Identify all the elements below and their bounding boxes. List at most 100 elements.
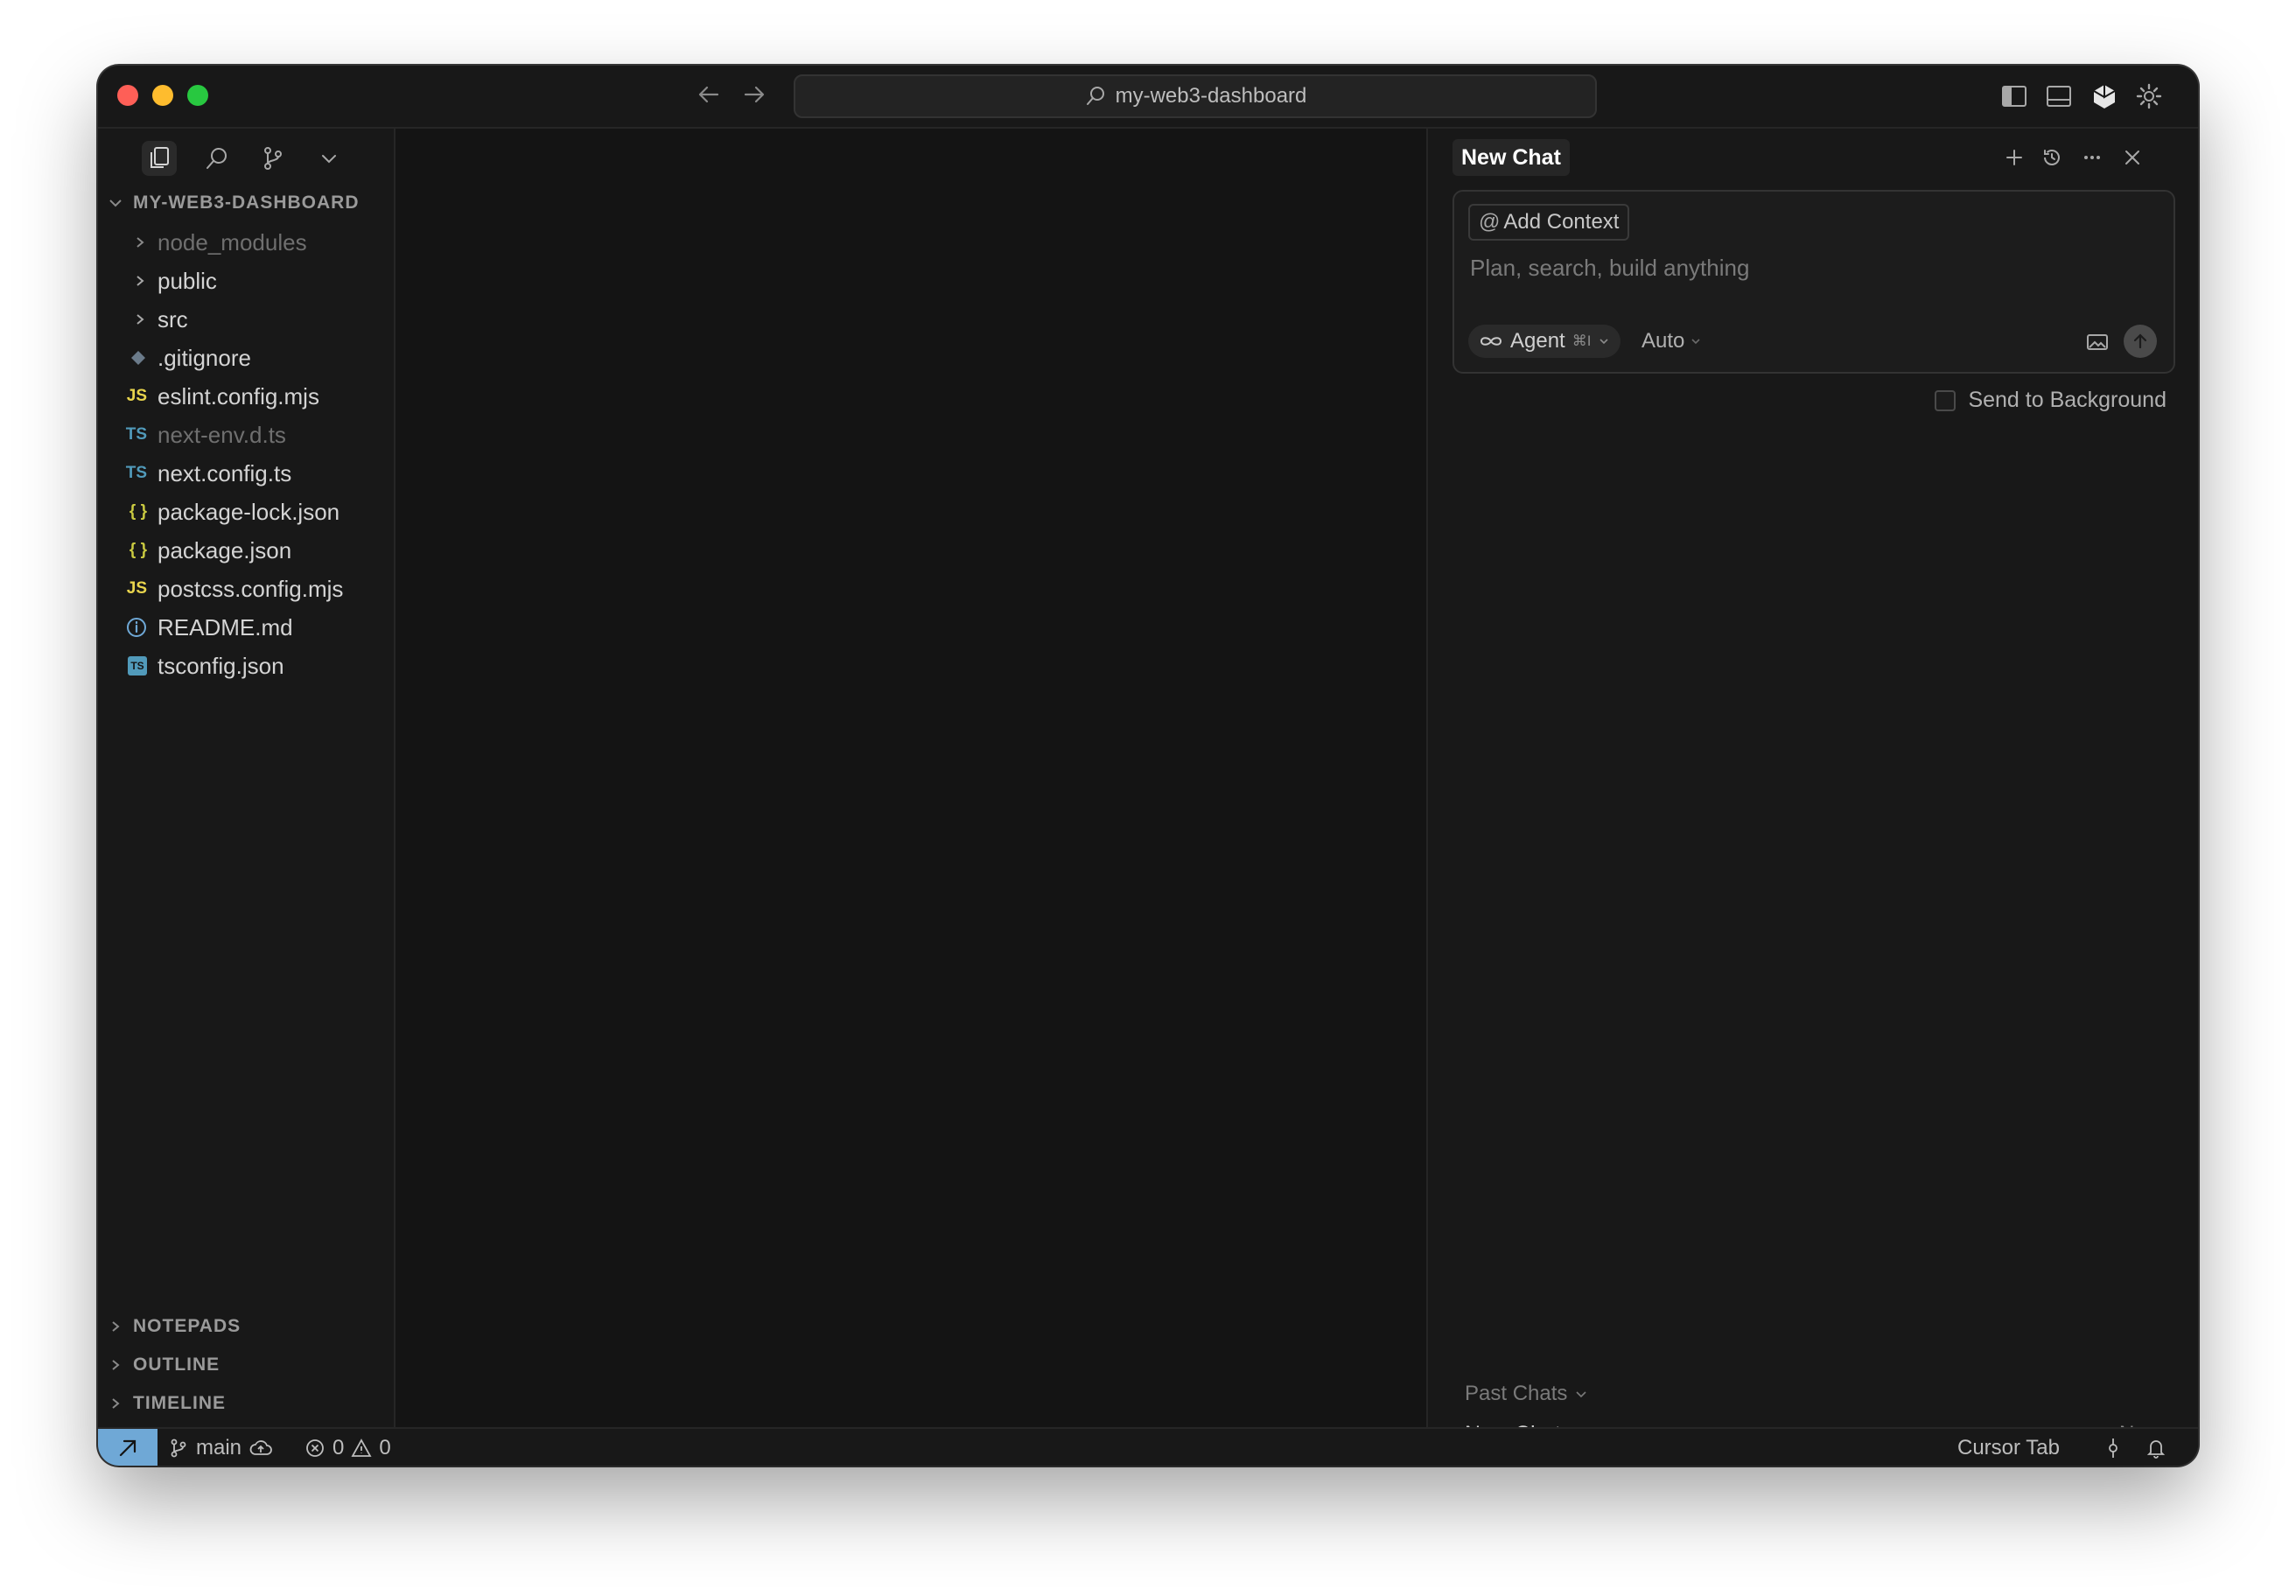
tree-item-label: node_modules bbox=[158, 228, 307, 256]
image-attach-icon[interactable] bbox=[2084, 329, 2110, 355]
chevron-down-icon bbox=[1691, 339, 1700, 345]
forward-arrow-icon[interactable] bbox=[741, 81, 767, 115]
notifications-bell-icon[interactable] bbox=[2146, 1429, 2166, 1466]
cursor-logo-icon[interactable] bbox=[2090, 81, 2119, 111]
search-icon bbox=[1086, 87, 1104, 105]
git-commit-icon[interactable] bbox=[2104, 1429, 2123, 1466]
maximize-window-button[interactable] bbox=[187, 85, 208, 106]
status-bar: main 0 0 Cursor Tab bbox=[98, 1427, 2198, 1466]
json-file-icon: { } bbox=[129, 502, 147, 521]
cursor-tab-indicator[interactable]: Cursor Tab bbox=[1957, 1429, 2060, 1466]
tree-file-eslint-config[interactable]: JS eslint.config.mjs bbox=[98, 377, 394, 416]
close-icon[interactable] bbox=[2119, 144, 2146, 171]
tree-item-label: package-lock.json bbox=[158, 498, 340, 525]
chevron-right-icon bbox=[98, 235, 158, 249]
tree-file-readme[interactable]: README.md bbox=[98, 608, 394, 647]
tree-file-gitignore[interactable]: .gitignore bbox=[98, 339, 394, 377]
model-selector[interactable]: Auto bbox=[1642, 325, 1702, 358]
tree-item-label: README.md bbox=[158, 613, 293, 640]
infinity-icon bbox=[1480, 337, 1502, 346]
model-label: Auto bbox=[1642, 329, 1685, 353]
info-icon bbox=[98, 617, 158, 638]
history-icon[interactable] bbox=[2039, 144, 2065, 171]
tree-item-label: src bbox=[158, 305, 188, 332]
tree-item-label: postcss.config.mjs bbox=[158, 575, 344, 602]
send-to-background-checkbox[interactable] bbox=[1935, 389, 1956, 411]
warning-count: 0 bbox=[379, 1436, 391, 1460]
git-branch-icon bbox=[171, 1438, 186, 1458]
chat-composer[interactable]: @ Add Context Plan, search, build anythi… bbox=[1452, 190, 2175, 374]
command-search-bar[interactable]: my-web3-dashboard bbox=[794, 74, 1597, 118]
agent-label: Agent bbox=[1510, 329, 1565, 353]
add-context-label: Add Context bbox=[1503, 210, 1620, 234]
cloud-sync-icon[interactable] bbox=[248, 1438, 273, 1459]
remote-icon bbox=[119, 1439, 136, 1457]
tree-folder-public[interactable]: public bbox=[98, 262, 394, 300]
source-control-icon[interactable] bbox=[256, 141, 290, 176]
tree-item-label: tsconfig.json bbox=[158, 652, 284, 679]
notepads-section-header[interactable]: NOTEPADS bbox=[98, 1310, 394, 1343]
chat-tab-title[interactable]: New Chat bbox=[1452, 139, 1570, 176]
warning-icon bbox=[351, 1438, 372, 1457]
json-file-icon: { } bbox=[129, 541, 147, 559]
timeline-section-header[interactable]: TIMELINE bbox=[98, 1387, 394, 1420]
tree-file-package-lock[interactable]: { } package-lock.json bbox=[98, 493, 394, 531]
chevron-right-icon bbox=[98, 312, 158, 326]
tree-file-package-json[interactable]: { } package.json bbox=[98, 531, 394, 570]
git-branch-indicator[interactable]: main bbox=[168, 1429, 273, 1466]
ts-file-icon: TS bbox=[125, 464, 147, 482]
send-to-background-option[interactable]: Send to Background bbox=[1935, 388, 2166, 413]
tree-item-label: next.config.ts bbox=[158, 459, 292, 486]
chat-input-placeholder[interactable]: Plan, search, build anything bbox=[1470, 255, 1749, 282]
search-icon[interactable] bbox=[200, 141, 234, 176]
toggle-sidebar-icon[interactable] bbox=[1999, 81, 2029, 111]
at-sign-icon: @ bbox=[1479, 210, 1501, 234]
ts-file-icon: TS bbox=[125, 425, 147, 444]
title-bar: my-web3-dashboard bbox=[98, 66, 2198, 129]
settings-gear-icon[interactable] bbox=[2134, 81, 2164, 111]
tsconfig-file-icon: TS bbox=[98, 656, 158, 676]
send-to-background-label: Send to Background bbox=[1968, 388, 2166, 412]
search-bar-text: my-web3-dashboard bbox=[1115, 84, 1307, 108]
tree-item-label: .gitignore bbox=[158, 344, 251, 371]
remote-connection-button[interactable] bbox=[98, 1429, 158, 1466]
close-window-button[interactable] bbox=[117, 85, 138, 106]
editor-area[interactable] bbox=[396, 129, 1428, 1427]
explorer-files-icon[interactable] bbox=[142, 141, 177, 176]
chat-panel: New Chat @ Add Context Plan, search, bui… bbox=[1428, 129, 2198, 1446]
explorer-sidebar: MY-WEB3-DASHBOARD node_modules public sr… bbox=[98, 129, 396, 1427]
tree-file-tsconfig[interactable]: TS tsconfig.json bbox=[98, 647, 394, 685]
section-label: NOTEPADS bbox=[133, 1316, 242, 1336]
chevron-right-icon bbox=[98, 1358, 133, 1372]
more-options-icon[interactable] bbox=[2079, 144, 2105, 171]
tree-folder-src[interactable]: src bbox=[98, 300, 394, 339]
project-name: MY-WEB3-DASHBOARD bbox=[133, 192, 360, 213]
past-chats-header[interactable]: Past Chats bbox=[1465, 1382, 1588, 1406]
tree-item-label: package.json bbox=[158, 536, 292, 564]
project-folder-header[interactable]: MY-WEB3-DASHBOARD bbox=[98, 186, 394, 220]
send-button[interactable] bbox=[2124, 325, 2157, 358]
branch-name: main bbox=[196, 1436, 242, 1460]
back-arrow-icon[interactable] bbox=[696, 81, 722, 115]
agent-mode-selector[interactable]: Agent ⌘I bbox=[1468, 325, 1621, 358]
chevron-right-icon bbox=[98, 1320, 133, 1334]
chevron-down-icon bbox=[98, 195, 133, 211]
new-chat-plus-icon[interactable] bbox=[2001, 144, 2027, 171]
chevron-down-icon[interactable] bbox=[312, 141, 346, 176]
chevron-down-icon bbox=[1600, 339, 1609, 345]
chevron-right-icon bbox=[98, 1396, 133, 1410]
add-context-button[interactable]: @ Add Context bbox=[1468, 204, 1630, 241]
tree-file-next-config[interactable]: TS next.config.ts bbox=[98, 454, 394, 493]
toggle-panel-icon[interactable] bbox=[2044, 81, 2074, 111]
tree-folder-node-modules[interactable]: node_modules bbox=[98, 223, 394, 262]
section-label: OUTLINE bbox=[133, 1354, 220, 1375]
minimize-window-button[interactable] bbox=[152, 85, 173, 106]
tree-file-next-env[interactable]: TS next-env.d.ts bbox=[98, 416, 394, 454]
tree-file-postcss-config[interactable]: JS postcss.config.mjs bbox=[98, 570, 394, 608]
cursor-tab-label: Cursor Tab bbox=[1957, 1436, 2060, 1460]
chevron-right-icon bbox=[98, 274, 158, 288]
problems-indicator[interactable]: 0 0 bbox=[304, 1429, 391, 1466]
arrow-up-icon bbox=[2133, 333, 2147, 349]
app-window: my-web3-dashboard MY-WEB3-DASHBOARD node… bbox=[98, 66, 2198, 1466]
outline-section-header[interactable]: OUTLINE bbox=[98, 1348, 394, 1382]
